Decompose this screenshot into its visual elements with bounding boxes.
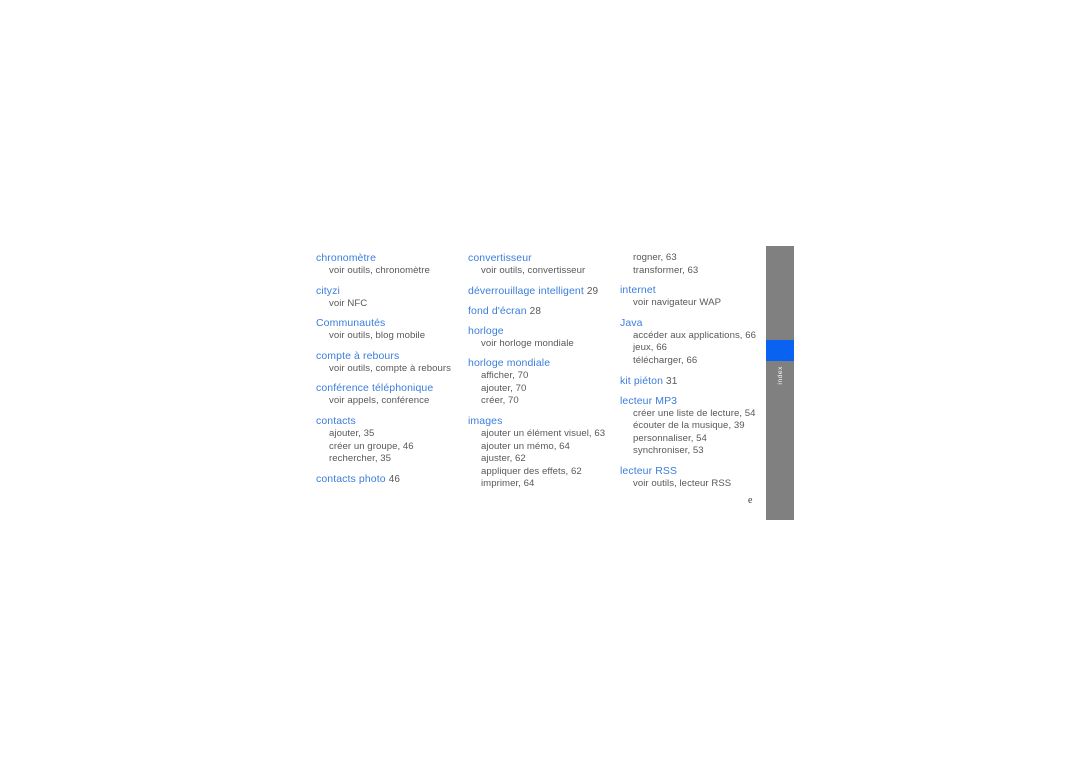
index-subentry[interactable]: accéder aux applications, 66 — [620, 330, 770, 343]
index-entry-heading[interactable]: Java — [620, 317, 770, 330]
section-tab-label: index — [766, 366, 794, 426]
index-entry: horloge mondiale afficher, 70 ajouter, 70 c… — [468, 357, 620, 408]
index-entry: fond d'écran 28 — [468, 305, 620, 318]
index-entry-heading[interactable]: conférence téléphonique — [316, 382, 468, 395]
index-subentry[interactable]: voir outils, chronomètre — [316, 265, 468, 278]
index-entry-heading[interactable]: fond d'écran 28 — [468, 305, 620, 318]
index-entry-heading[interactable]: compte à rebours — [316, 350, 468, 363]
index-subentry[interactable]: ajouter, 70 — [468, 383, 620, 396]
index-subentry[interactable]: jeux, 66 — [620, 342, 770, 355]
index-subentry[interactable]: synchroniser, 53 — [620, 445, 770, 458]
index-entry: chronomètre voir outils, chronomètre — [316, 252, 468, 278]
index-entry: contacts photo 46 — [316, 473, 468, 486]
index-entry-heading[interactable]: lecteur RSS — [620, 465, 770, 478]
index-entry-heading[interactable]: Communautés — [316, 317, 468, 330]
index-entry-heading[interactable]: cityzi — [316, 285, 468, 298]
index-subentry[interactable]: voir outils, compte à rebours — [316, 363, 468, 376]
index-entry: lecteur MP3 créer une liste de lecture, 5… — [620, 395, 770, 458]
section-tab-text: index — [776, 366, 784, 385]
index-subentry[interactable]: voir horloge mondiale — [468, 338, 620, 351]
index-subentry[interactable]: ajuster, 62 — [468, 453, 620, 466]
index-entry: images ajouter un élément visuel, 63 ajout… — [468, 415, 620, 491]
index-entry: Java accéder aux applications, 66 jeux, 66… — [620, 317, 770, 368]
index-subentry[interactable]: créer une liste de lecture, 54 — [620, 408, 770, 421]
index-subentry[interactable]: écouter de la musique, 39 — [620, 420, 770, 433]
index-entry: cityzi voir NFC — [316, 285, 468, 311]
index-subentry[interactable]: rogner, 63 — [620, 252, 770, 265]
index-entry-heading[interactable]: kit piéton 31 — [620, 375, 770, 388]
index-entry-heading[interactable]: chronomètre — [316, 252, 468, 265]
index-subentry[interactable]: imprimer, 64 — [468, 478, 620, 491]
index-entry: lecteur RSS voir outils, lecteur RSS — [620, 465, 770, 491]
index-subentry[interactable]: appliquer des effets, 62 — [468, 466, 620, 479]
index-column: rogner, 63 transformer, 63 internet voir na… — [620, 252, 770, 498]
index-entry-heading[interactable]: déverrouillage intelligent 29 — [468, 285, 620, 298]
index-entry-heading[interactable]: contacts photo 46 — [316, 473, 468, 486]
active-section-marker — [766, 340, 794, 361]
index-entry-page-number: 28 — [529, 305, 541, 317]
index-entry-page-number: 31 — [666, 375, 678, 387]
index-subentry[interactable]: voir NFC — [316, 298, 468, 311]
index-entry: horloge voir horloge mondiale — [468, 325, 620, 351]
index-column: chronomètre voir outils, chronomètre cityz… — [316, 252, 468, 493]
index-entry-heading[interactable]: images — [468, 415, 620, 428]
index-entry-heading[interactable]: convertisseur — [468, 252, 620, 265]
index-entry-page-number: 29 — [586, 285, 599, 297]
index-entry-heading[interactable]: internet — [620, 284, 770, 297]
index-entry: déverrouillage intelligent 29 — [468, 285, 620, 298]
index-subentry[interactable]: créer, 70 — [468, 395, 620, 408]
index-entry: rogner, 63 transformer, 63 — [620, 252, 770, 277]
index-entry: contacts ajouter, 35 créer un groupe, 46 re… — [316, 415, 468, 466]
index-subentry[interactable]: personnaliser, 54 — [620, 433, 770, 446]
section-tab-bar[interactable]: index — [766, 246, 794, 520]
index-entry: compte à rebours voir outils, compte à re… — [316, 350, 468, 376]
index-subentry[interactable]: voir outils, convertisseur — [468, 265, 620, 278]
index-entry-heading[interactable]: contacts — [316, 415, 468, 428]
page-folio: e — [748, 495, 753, 506]
index-entry: convertisseur voir outils, convertisseur — [468, 252, 620, 278]
index-entry-heading[interactable]: horloge — [468, 325, 620, 338]
index-subentry[interactable]: rechercher, 35 — [316, 453, 468, 466]
index-entry-heading[interactable]: horloge mondiale — [468, 357, 620, 370]
index-subentry[interactable]: voir outils, blog mobile — [316, 330, 468, 343]
index-subentry[interactable]: voir appels, conférence — [316, 395, 468, 408]
index-subentry[interactable]: afficher, 70 — [468, 370, 620, 383]
index-subentry[interactable]: ajouter un élément visuel, 63 — [468, 428, 620, 441]
index-entry: conférence téléphonique voir appels, conf… — [316, 382, 468, 408]
index-subentry[interactable]: créer un groupe, 46 — [316, 441, 468, 454]
index-columns: chronomètre voir outils, chronomètre cityz… — [316, 252, 766, 498]
index-subentry[interactable]: ajouter un mémo, 64 — [468, 441, 620, 454]
index-entry: Communautés voir outils, blog mobile — [316, 317, 468, 343]
index-subentry[interactable]: télécharger, 66 — [620, 355, 770, 368]
index-entry-page-number: 46 — [388, 473, 401, 485]
index-entry: kit piéton 31 — [620, 375, 770, 388]
index-entry-heading[interactable]: lecteur MP3 — [620, 395, 770, 408]
index-subentry[interactable]: voir outils, lecteur RSS — [620, 478, 770, 491]
index-subentry[interactable]: transformer, 63 — [620, 265, 770, 278]
index-column: convertisseur voir outils, convertisseur d… — [468, 252, 620, 498]
index-page: chronomètre voir outils, chronomètre cityz… — [0, 0, 1080, 763]
index-subentry[interactable]: voir navigateur WAP — [620, 297, 770, 310]
index-entry: internet voir navigateur WAP — [620, 284, 770, 310]
index-subentry[interactable]: ajouter, 35 — [316, 428, 468, 441]
